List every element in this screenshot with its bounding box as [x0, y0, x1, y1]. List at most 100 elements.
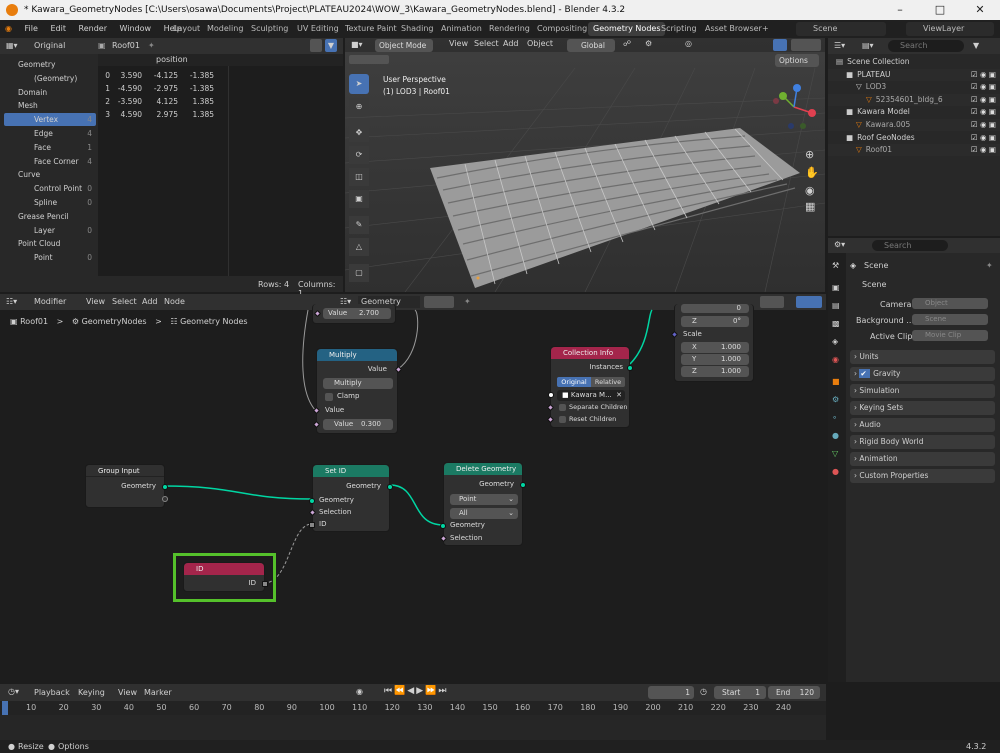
scale-y-field[interactable]: Y 1.000: [681, 354, 749, 365]
playhead[interactable]: [2, 701, 8, 715]
annotate-tool-icon[interactable]: ✎: [349, 216, 369, 234]
scale-tool-icon[interactable]: ◫: [349, 168, 369, 186]
data-set-item[interactable]: Grease Pencil: [4, 210, 96, 223]
outliner-item[interactable]: ■ Roof GeoNodes ☑ ◉ ▣: [828, 132, 1000, 144]
overlay-toggle[interactable]: [773, 39, 787, 51]
modifier-tab-icon[interactable]: ⚙: [832, 395, 839, 404]
data-set-item[interactable]: Curve: [4, 168, 96, 181]
particles-tab-icon[interactable]: ∘: [832, 413, 837, 422]
editor-type-icon[interactable]: ▦▾: [6, 38, 18, 54]
data-set-item[interactable]: Control Point 0: [4, 182, 96, 195]
separate-children-checkbox[interactable]: [559, 404, 566, 411]
blender-menu-icon[interactable]: ◉: [0, 20, 17, 38]
view-layer-selector[interactable]: ViewLayer: [906, 22, 994, 36]
reset-children-checkbox[interactable]: [559, 416, 566, 423]
start-frame-field[interactable]: Start 1: [714, 686, 766, 699]
transform-space-relative[interactable]: Relative: [591, 377, 625, 387]
properties-section-header[interactable]: › ✔ Gravity: [850, 367, 995, 381]
zoom-icon[interactable]: ⊕: [805, 148, 814, 161]
object-mode-dropdown[interactable]: Object Mode: [375, 38, 433, 52]
data-set-item[interactable]: Edge 4: [4, 127, 96, 140]
collection-info-node[interactable]: Collection Info Instances Original Relat…: [546, 346, 633, 428]
visibility-eye-icon[interactable]: ☑ ◉ ▣: [971, 94, 996, 106]
scene-tab-icon[interactable]: ◈: [832, 337, 838, 346]
data-set-item[interactable]: Point Cloud: [4, 237, 96, 250]
background-scene-field[interactable]: Scene: [912, 314, 988, 325]
auto-keying-icon[interactable]: ◉: [356, 687, 363, 696]
outliner-search-input[interactable]: Search: [888, 40, 964, 52]
navigation-gizmo[interactable]: [767, 80, 821, 134]
properties-pin-icon[interactable]: ✦: [986, 261, 993, 270]
group-input-empty-socket[interactable]: [162, 496, 168, 502]
outliner-filter-icon[interactable]: ▼: [973, 38, 979, 54]
tab-texture-paint[interactable]: Texture Paint: [340, 22, 402, 36]
viewport-menu-add[interactable]: Add: [503, 39, 519, 48]
properties-section-header[interactable]: › Rigid Body World: [850, 435, 995, 449]
menu-edit[interactable]: Edit: [45, 20, 71, 38]
group-input-header[interactable]: Group Input: [86, 465, 164, 477]
preview-range-icon[interactable]: ◷: [700, 687, 707, 696]
measure-tool-icon[interactable]: △: [349, 238, 369, 256]
outliner-item[interactable]: ▽ Roof01 ☑ ◉ ▣: [828, 144, 1000, 157]
scale-z-field[interactable]: Z 1.000: [681, 366, 749, 377]
world-tab-icon[interactable]: ◉: [832, 355, 839, 364]
viewport-menu-select[interactable]: Select: [474, 39, 499, 48]
filter-icon[interactable]: ▼: [325, 39, 337, 52]
camera-field[interactable]: Object: [912, 298, 988, 309]
end-frame-field[interactable]: End 120: [768, 686, 820, 699]
timeline-ruler[interactable]: 10 20 30 40 50 60 70 80 90 100 110 120 130 140 150 160 1…: [0, 701, 826, 715]
menu-window[interactable]: Window: [115, 20, 157, 38]
add-workspace-button[interactable]: +: [757, 22, 774, 36]
pan-hand-icon[interactable]: ✋: [805, 166, 819, 179]
outliner-item[interactable]: ▽ Kawara.005 ☑ ◉ ▣: [828, 119, 1000, 131]
visibility-eye-icon[interactable]: ☑ ◉ ▣: [971, 119, 996, 131]
tab-compositing[interactable]: Compositing: [532, 22, 592, 36]
tab-scripting[interactable]: Scripting: [656, 22, 702, 36]
outliner-item[interactable]: ■ Kawara Model ☑ ◉ ▣: [828, 106, 1000, 118]
rotation-y-field[interactable]: 0: [681, 304, 749, 313]
multiply-value-field[interactable]: Value 0.300: [323, 419, 393, 430]
minimize-icon[interactable]: –: [880, 0, 920, 20]
maximize-icon[interactable]: □: [920, 0, 960, 20]
data-set-item[interactable]: Face Corner 4: [4, 155, 96, 168]
properties-section-header[interactable]: › Keying Sets: [850, 401, 995, 415]
outliner-item[interactable]: ▽ 52354601_bldg_6 ☑ ◉ ▣: [828, 93, 1000, 106]
visibility-eye-icon[interactable]: ☑ ◉ ▣: [971, 132, 996, 144]
transform-space-original[interactable]: Original: [557, 377, 591, 387]
math-operation-dropdown[interactable]: Multiply: [323, 378, 393, 389]
ortho-grid-icon[interactable]: ▦: [805, 200, 815, 213]
move-tool-icon[interactable]: ✥: [349, 124, 369, 142]
group-input-geometry-socket[interactable]: [162, 484, 168, 490]
tool-tab-icon[interactable]: ⚒: [832, 261, 839, 270]
material-tab-icon[interactable]: ●: [832, 467, 839, 476]
display-mode-dropdown[interactable]: Original: [34, 38, 65, 54]
tab-sculpting[interactable]: Sculpting: [246, 22, 293, 36]
tab-animation[interactable]: Animation: [436, 22, 487, 36]
timeline-menu-playback[interactable]: Playback: [34, 688, 70, 697]
options-dropdown[interactable]: Options: [775, 54, 819, 67]
node-editor[interactable]: ☷▾ Modifier View Select Add Node ☷▾ Geom…: [0, 294, 826, 682]
multiply-node[interactable]: Multiply Value Multiply Clamp Value Valu…: [312, 348, 403, 434]
delete-mode-dropdown[interactable]: All ⌄: [450, 508, 518, 519]
group-input-node[interactable]: Group Input Geometry: [85, 464, 168, 508]
selected-only-toggle[interactable]: [310, 39, 322, 52]
pin-icon[interactable]: ✦: [148, 38, 155, 54]
physics-tab-icon[interactable]: ●: [832, 431, 839, 440]
visibility-eye-icon[interactable]: ☑ ◉ ▣: [971, 69, 996, 81]
active-clip-field[interactable]: Movie Clip: [912, 330, 988, 341]
properties-section-header[interactable]: › Simulation: [850, 384, 995, 398]
properties-editor-icon[interactable]: ⚙▾: [834, 240, 845, 249]
data-set-item[interactable]: Point 0: [4, 251, 96, 264]
outliner-item[interactable]: ▤ Scene Collection: [828, 56, 1000, 68]
data-set-item[interactable]: Layer 0: [4, 224, 96, 237]
pivot-icon[interactable]: ☍: [623, 39, 631, 48]
transform-node-fragment[interactable]: 0 Z 0° Scale X 1.000 Y 1.000 Z 1.000: [670, 304, 754, 382]
rotate-tool-icon[interactable]: ⟳: [349, 146, 369, 164]
transform-tool-icon[interactable]: ▣: [349, 190, 369, 208]
timeline-menu-marker[interactable]: Marker: [144, 688, 172, 697]
view-layer-tab-icon[interactable]: ▩: [832, 319, 840, 328]
instances-output-socket[interactable]: [627, 365, 633, 371]
proportional-edit-icon[interactable]: ◎: [685, 39, 692, 48]
set-id-node[interactable]: Set ID Geometry Geometry Selection ID: [308, 464, 393, 532]
viewport-menu-view[interactable]: View: [449, 39, 468, 48]
